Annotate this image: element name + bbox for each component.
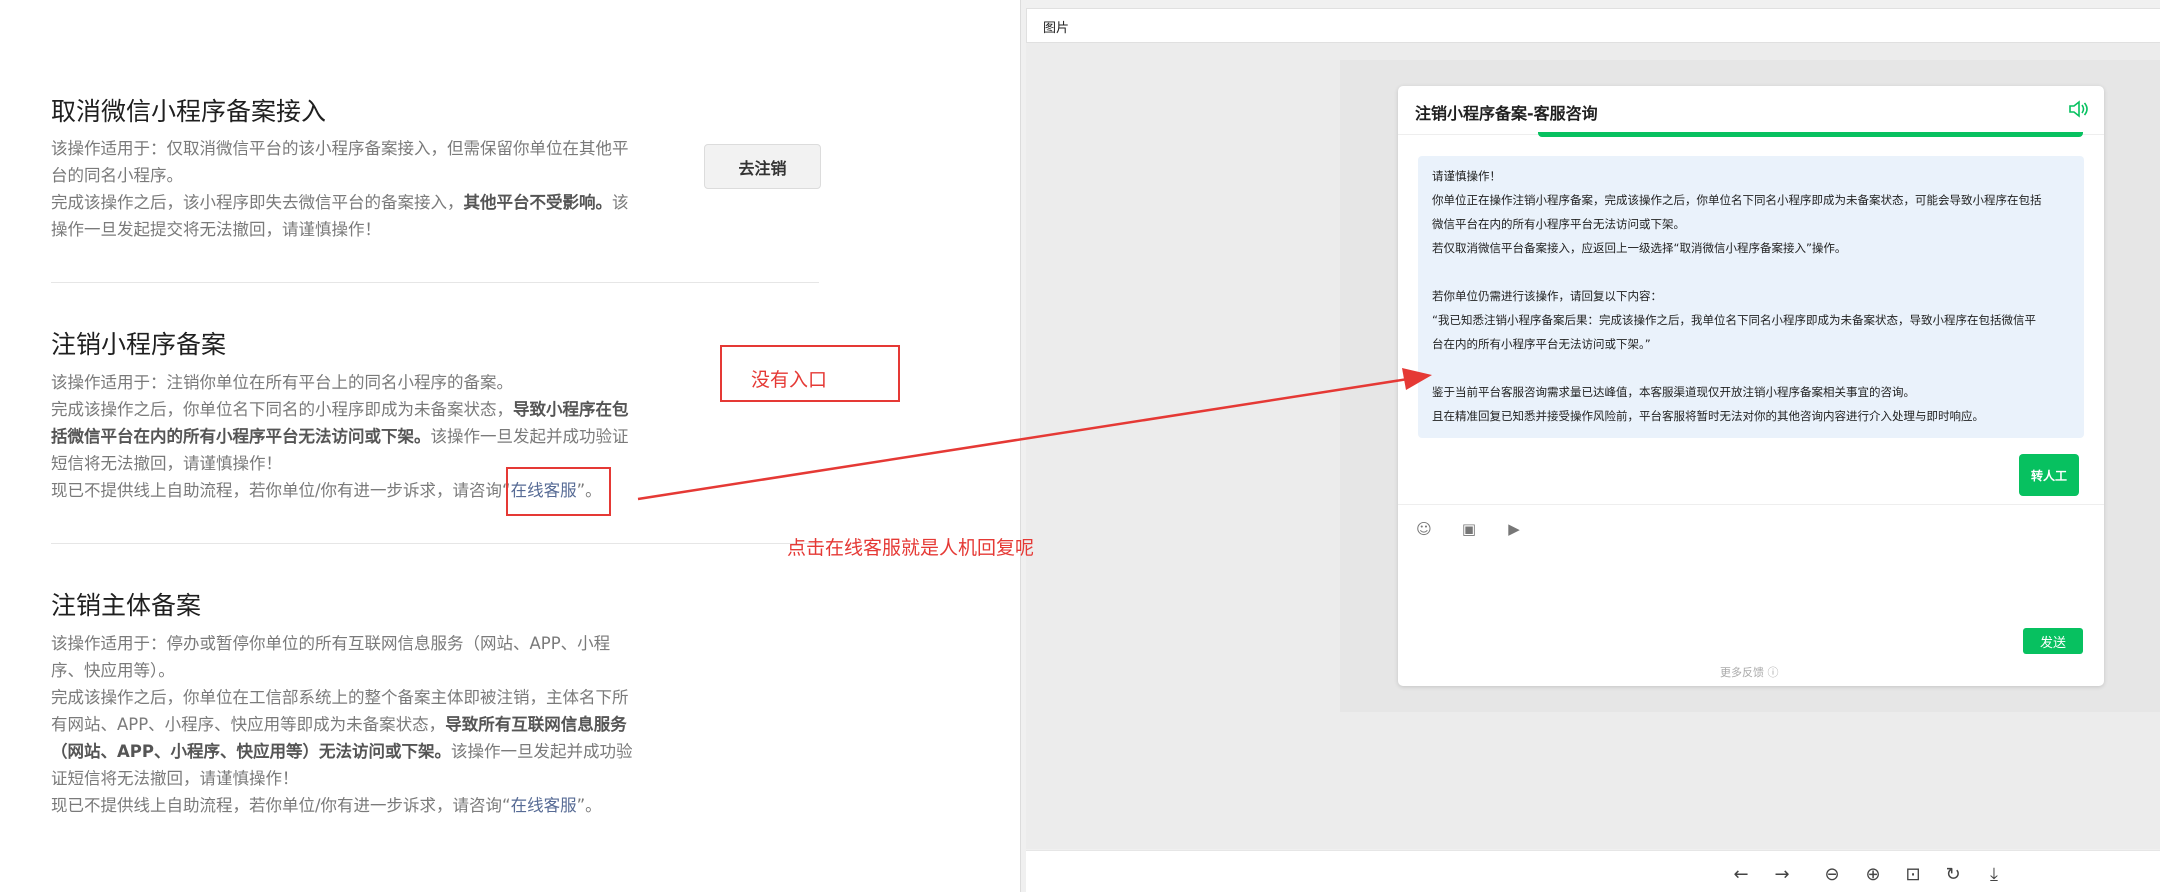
annotation-arrow xyxy=(637,368,1432,501)
